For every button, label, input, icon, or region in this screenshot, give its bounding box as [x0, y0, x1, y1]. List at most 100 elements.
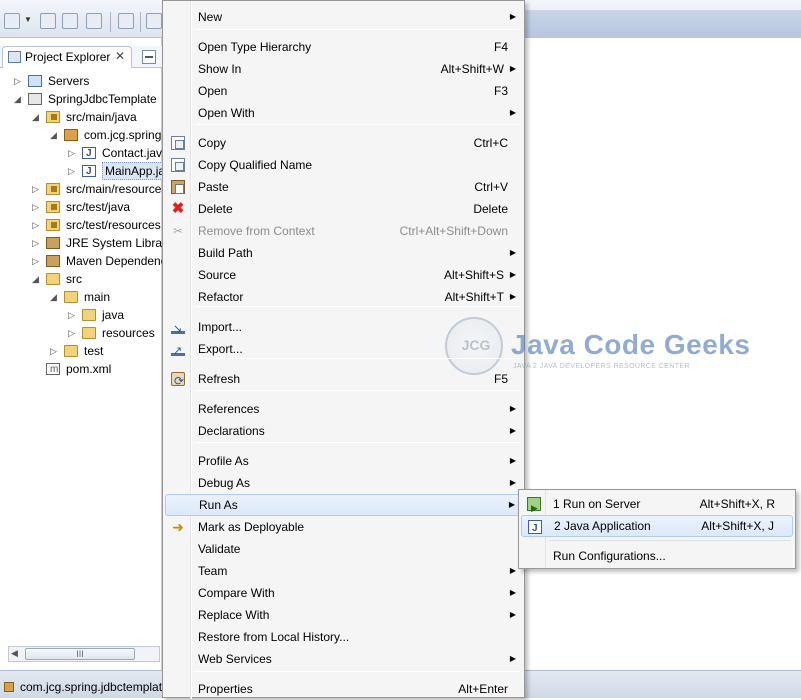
tree-item[interactable]: ◢ src/main/java: [0, 108, 162, 126]
scroll-thumb[interactable]: III: [25, 648, 135, 660]
menu-item-refresh[interactable]: Refresh F5: [165, 368, 522, 392]
tree-item[interactable]: ▷ Contact.java: [0, 144, 169, 163]
menu-item-profile-as[interactable]: Profile As ▶: [165, 450, 522, 472]
tree-item-label: JRE System Library: [66, 236, 173, 250]
tree-item[interactable]: ◢ com.jcg.spring: [0, 126, 162, 144]
collapsed-arrow-icon[interactable]: ▷: [32, 180, 42, 198]
menu-item-open-with[interactable]: Open With ▶: [165, 102, 522, 124]
tree-item[interactable]: ▷ Servers: [0, 72, 162, 90]
menu-item-remove-from-context[interactable]: ✂ Remove from Context Ctrl+Alt+Shift+Down: [165, 220, 522, 242]
tree-item-label: src/main/java: [66, 110, 137, 124]
menu-item-label: Build Path: [198, 246, 253, 260]
menu-item-properties[interactable]: Properties Alt+Enter: [165, 678, 522, 700]
expanded-arrow-icon[interactable]: ◢: [32, 108, 42, 126]
tree-item[interactable]: ▷ src/test/java: [0, 198, 162, 216]
menu-item-label: 1 Run on Server: [553, 497, 641, 511]
new-dropdown-icon[interactable]: ▼: [24, 15, 32, 24]
menu-item-open[interactable]: Open F3: [165, 80, 522, 102]
menu-item-copy[interactable]: Copy Ctrl+C: [165, 132, 522, 154]
tree-item[interactable]: ▷ resources: [0, 324, 162, 342]
menu-item-paste[interactable]: Paste Ctrl+V: [165, 176, 522, 198]
submenu-arrow-icon: ▶: [509, 64, 516, 73]
collapsed-arrow-icon[interactable]: ▷: [68, 144, 78, 162]
tree-item[interactable]: ◢ main: [0, 288, 162, 306]
toolbar-separator: [140, 12, 141, 32]
binary-icon[interactable]: [118, 13, 134, 29]
expanded-arrow-icon[interactable]: ◢: [50, 126, 60, 144]
tree-item[interactable]: ◢ src: [0, 270, 162, 288]
tab-label: Project Explorer: [25, 50, 111, 64]
collapsed-arrow-icon[interactable]: ▷: [14, 72, 24, 90]
menu-item-build-path[interactable]: Build Path ▶: [165, 242, 522, 264]
collapsed-arrow-icon[interactable]: ▷: [50, 342, 60, 360]
tool-icon[interactable]: [146, 13, 162, 29]
menu-item-team[interactable]: Team ▶: [165, 560, 522, 582]
menu-item-java-application[interactable]: 2 Java Application Alt+Shift+X, J: [521, 515, 793, 540]
expanded-arrow-icon[interactable]: ◢: [14, 90, 24, 108]
save-icon[interactable]: [40, 13, 56, 29]
source-folder-icon: [46, 183, 60, 195]
xml-file-icon: [46, 361, 60, 379]
menu-item-delete[interactable]: ✖ Delete Delete: [165, 198, 522, 220]
menu-item-source[interactable]: Source Alt+Shift+S ▶: [165, 264, 522, 286]
menu-item-restore-from-local-history[interactable]: Restore from Local History...: [165, 626, 522, 648]
minimize-button[interactable]: [142, 50, 156, 64]
tree-item[interactable]: ▷ JRE System Library: [0, 234, 172, 252]
tree-item-label: Contact.java: [102, 146, 169, 160]
menu-item-web-services[interactable]: Web Services ▶: [165, 648, 522, 670]
collapsed-arrow-icon[interactable]: ▷: [32, 252, 42, 270]
menu-item-references[interactable]: References ▶: [165, 398, 522, 420]
tree-item[interactable]: ▷MainApp.java: [0, 162, 181, 181]
collapsed-arrow-icon[interactable]: ▷: [32, 216, 42, 234]
tree-item[interactable]: pom.xml: [0, 360, 162, 379]
print-icon[interactable]: [86, 13, 102, 29]
collapsed-arrow-icon[interactable]: ▷: [32, 234, 42, 252]
menu-item-debug-as[interactable]: Debug As ▶: [165, 472, 522, 494]
collapsed-arrow-icon[interactable]: ▷: [68, 162, 78, 180]
close-icon[interactable]: ✕: [115, 49, 125, 63]
tree-item[interactable]: ◢ SpringJdbcTemplate: [0, 90, 162, 108]
menu-item-copy-qualified-name[interactable]: Copy Qualified Name: [165, 154, 522, 176]
library-icon: [46, 237, 60, 249]
menu-item-mark-as-deployable[interactable]: ➜ Mark as Deployable: [165, 516, 522, 538]
expanded-arrow-icon[interactable]: ◢: [32, 270, 42, 288]
collapsed-arrow-icon[interactable]: ▷: [68, 306, 78, 324]
scroll-left-icon[interactable]: ◀: [11, 648, 18, 659]
tree-item[interactable]: ▷ src/main/resources: [0, 180, 167, 198]
menu-separator: [194, 29, 520, 30]
menu-item-compare-with[interactable]: Compare With ▶: [165, 582, 522, 604]
expanded-arrow-icon[interactable]: ◢: [50, 288, 60, 306]
toolbar-separator: [110, 12, 111, 32]
submenu-arrow-icon: ▶: [509, 610, 516, 619]
menu-item-declarations[interactable]: Declarations ▶: [165, 420, 522, 442]
menu-item-open-type-hierarchy[interactable]: Open Type Hierarchy F4: [165, 36, 522, 58]
tree-item-label: pom.xml: [66, 362, 112, 376]
menu-item-import[interactable]: Import...: [165, 316, 522, 340]
collapsed-arrow-icon[interactable]: ▷: [68, 324, 78, 342]
tab-project-explorer[interactable]: Project Explorer ✕: [2, 46, 132, 68]
menu-item-shortcut: Alt+Shift+X, J: [701, 519, 774, 533]
run-as-submenu: 1 Run on Server Alt+Shift+X, R 2 Java Ap…: [518, 489, 796, 569]
server-folder-icon: [28, 75, 42, 87]
deploy-icon: ➜: [172, 519, 184, 535]
tree-item[interactable]: ▷ src/test/resources: [0, 216, 162, 234]
menu-item-run-configurations[interactable]: Run Configurations...: [521, 545, 793, 567]
menu-item-replace-with[interactable]: Replace With ▶: [165, 604, 522, 626]
menu-item-refactor[interactable]: Refactor Alt+Shift+T ▶: [165, 286, 522, 308]
save-all-icon[interactable]: [62, 13, 78, 29]
menu-item-show-in[interactable]: Show In Alt+Shift+W ▶: [165, 58, 522, 80]
tree-item[interactable]: ▷ test: [0, 342, 162, 360]
menu-item-label: Source: [198, 268, 237, 282]
new-wizard-icon[interactable]: [4, 13, 20, 29]
tree-item[interactable]: ▷ java: [0, 306, 162, 324]
menu-item-export[interactable]: Export...: [165, 338, 522, 362]
menu-item-run-on-server[interactable]: 1 Run on Server Alt+Shift+X, R: [521, 493, 793, 519]
menu-item-run-as[interactable]: Run As ▶: [165, 494, 522, 516]
horizontal-scrollbar[interactable]: ◀ III: [8, 646, 160, 662]
menu-item-label: Validate: [198, 542, 241, 556]
folder-icon: [46, 273, 60, 285]
menu-item-new[interactable]: New ▶: [165, 6, 522, 28]
collapsed-arrow-icon[interactable]: ▷: [32, 198, 42, 216]
menu-item-validate[interactable]: Validate: [165, 538, 522, 560]
tree-item[interactable]: ▷ Maven Dependencies: [0, 252, 182, 270]
